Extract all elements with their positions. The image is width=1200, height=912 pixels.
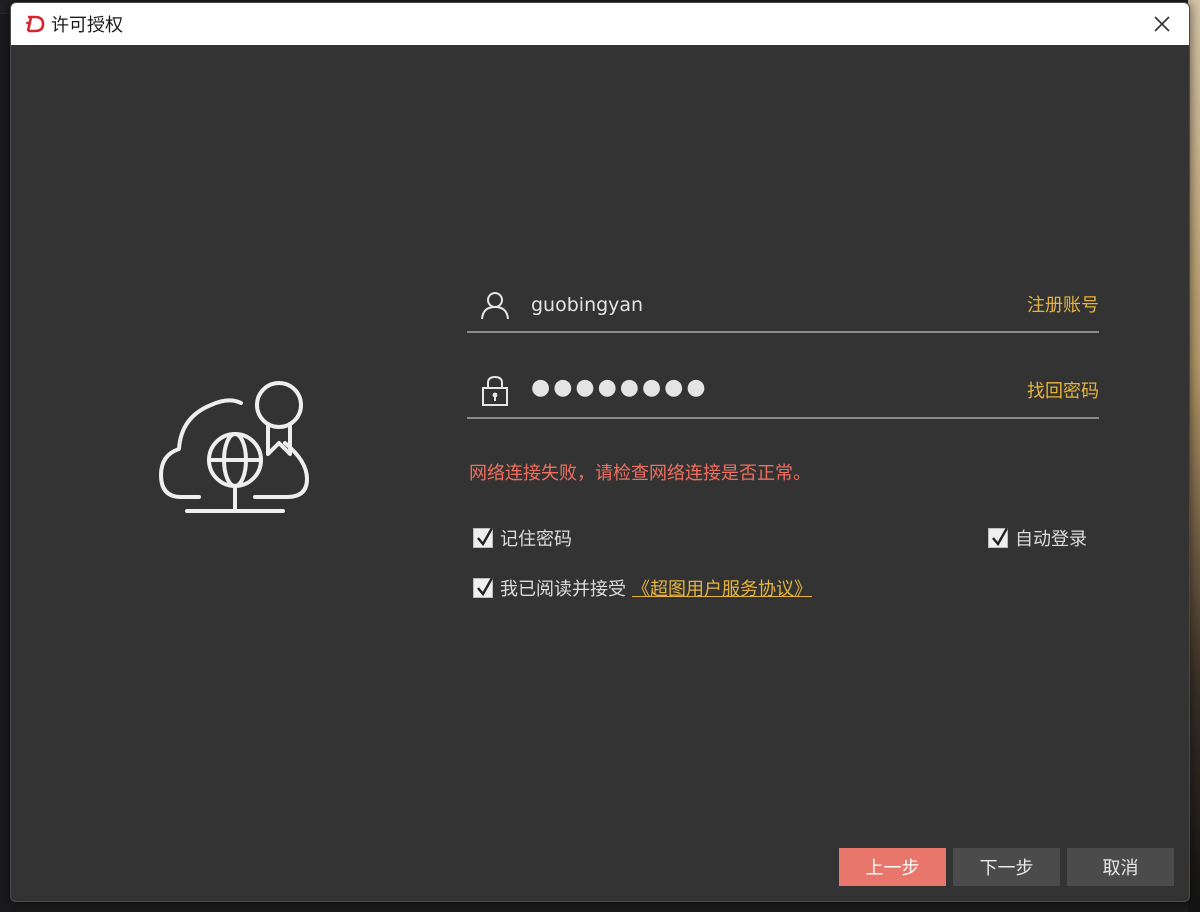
cancel-button[interactable]: 取消 xyxy=(1067,848,1174,886)
checkmark-icon xyxy=(477,527,494,547)
checkmark-icon xyxy=(992,527,1009,547)
auto-login-label: 自动登录 xyxy=(1015,529,1087,550)
close-button[interactable] xyxy=(1149,11,1175,37)
password-field-row: ●●●●●●●● 找回密码 xyxy=(467,369,1099,419)
agreement-label: 我已阅读并接受 xyxy=(500,579,626,600)
agreement-checkbox-row: 我已阅读并接受 《超图用户服务协议》 xyxy=(473,575,812,601)
checkbox-box[interactable] xyxy=(473,527,494,548)
app-logo-icon xyxy=(25,14,45,34)
remember-password-label: 记住密码 xyxy=(500,529,572,550)
cloud-license-icon xyxy=(159,381,309,513)
user-icon xyxy=(481,292,509,320)
dialog-titlebar: 许可授权 xyxy=(11,3,1189,45)
username-field-row: 注册账号 xyxy=(467,283,1099,333)
lock-icon xyxy=(482,375,508,406)
dialog-title: 许可授权 xyxy=(51,15,123,36)
recover-password-link[interactable]: 找回密码 xyxy=(1027,377,1099,403)
register-account-link[interactable]: 注册账号 xyxy=(1027,291,1099,317)
remember-password-checkbox[interactable]: 记住密码 xyxy=(473,525,572,551)
username-input[interactable] xyxy=(531,289,971,321)
checkmark-icon xyxy=(477,577,494,597)
checkbox-box[interactable] xyxy=(988,527,1009,548)
service-agreement-link[interactable]: 《超图用户服务协议》 xyxy=(632,575,812,601)
close-icon xyxy=(1154,16,1170,32)
agreement-checkbox[interactable] xyxy=(473,577,494,598)
license-dialog: 许可授权 注册账号 xyxy=(10,2,1190,902)
auto-login-checkbox[interactable]: 自动登录 xyxy=(988,525,1087,551)
previous-step-button[interactable]: 上一步 xyxy=(839,848,946,886)
network-error-message: 网络连接失败，请检查网络连接是否正常。 xyxy=(469,463,811,484)
password-input[interactable]: ●●●●●●●● xyxy=(531,375,971,407)
next-step-button[interactable]: 下一步 xyxy=(953,848,1060,886)
